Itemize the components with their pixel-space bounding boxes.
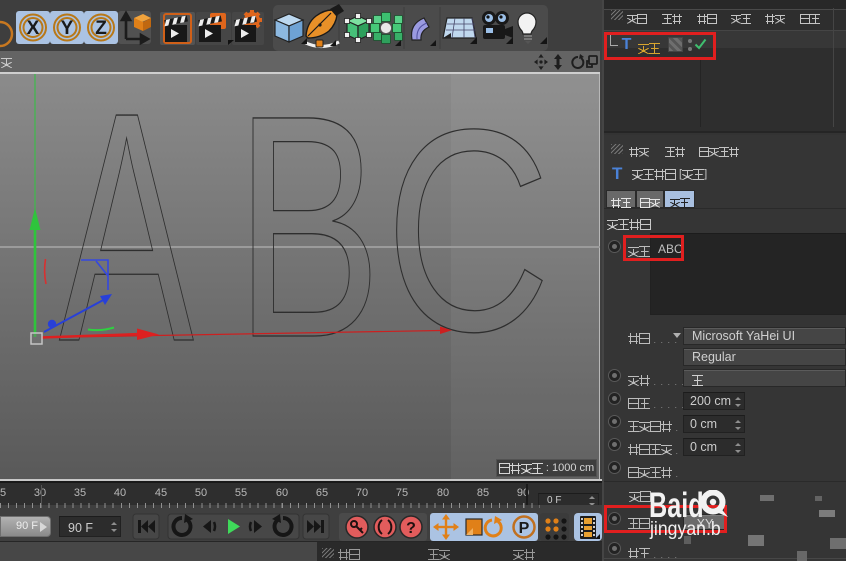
svg-text:B: B [235, 74, 382, 403]
svg-text:A: A [59, 74, 195, 410]
svg-text:C: C [385, 74, 551, 392]
svg-text:Y: Y [61, 18, 74, 39]
svg-text:?: ? [406, 520, 416, 537]
svg-text:X: X [27, 18, 40, 39]
svg-text:Z: Z [95, 18, 107, 39]
svg-text:P: P [519, 520, 530, 537]
